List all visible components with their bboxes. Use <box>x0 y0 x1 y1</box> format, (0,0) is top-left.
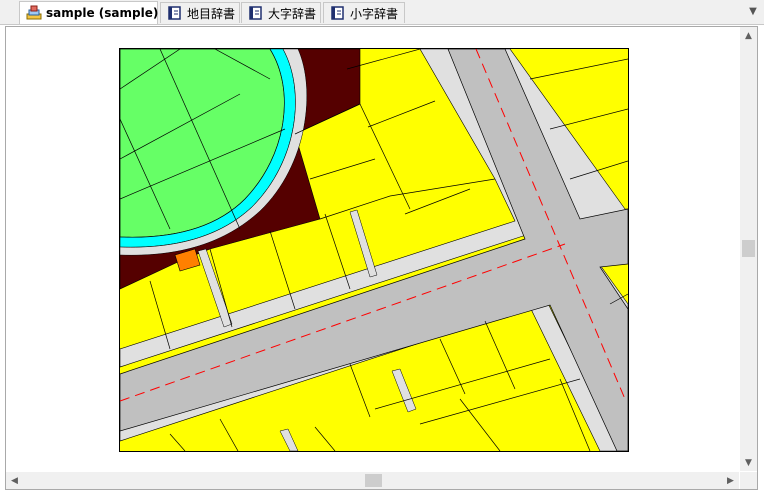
map-canvas[interactable] <box>6 27 739 471</box>
tab-label: 小字辞書 <box>350 6 399 21</box>
layers-icon <box>26 5 42 21</box>
tab-ooaza-dictionary[interactable]: 大字辞書 <box>241 2 321 23</box>
book-icon <box>167 5 183 21</box>
tab-label: 大字辞書 <box>268 6 317 21</box>
book-icon <box>248 5 264 21</box>
tab-overflow-dropdown-icon[interactable]: ▼ <box>746 4 760 18</box>
tab-koaza-dictionary[interactable]: 小字辞書 <box>323 2 405 23</box>
scroll-down-icon[interactable]: ▼ <box>740 454 757 471</box>
scroll-up-icon[interactable]: ▲ <box>740 27 757 44</box>
tab-chimoku-dictionary[interactable]: 地目辞書 <box>160 2 240 23</box>
vertical-scrollbar[interactable]: ▲ ▼ <box>740 27 757 471</box>
horizontal-scrollbar[interactable]: ◀ ▶ <box>6 472 739 489</box>
cadastral-map-drawing <box>120 49 628 451</box>
tab-bar: sample (sample) × 地目辞書 大字辞書 <box>0 0 764 25</box>
tab-label: 地目辞書 <box>187 6 236 21</box>
horizontal-scroll-thumb[interactable] <box>365 474 382 487</box>
cadastral-map[interactable] <box>119 48 629 452</box>
scrollbar-corner <box>740 472 757 489</box>
tab-sample-label: sample (sample) <box>46 6 159 20</box>
tab-sample[interactable]: sample (sample) × <box>19 1 179 24</box>
map-view-frame: ▲ ▼ ◀ ▶ <box>5 26 758 490</box>
book-icon <box>330 5 346 21</box>
scroll-right-icon[interactable]: ▶ <box>722 472 739 489</box>
vertical-scroll-thumb[interactable] <box>742 240 755 257</box>
scroll-left-icon[interactable]: ◀ <box>6 472 23 489</box>
